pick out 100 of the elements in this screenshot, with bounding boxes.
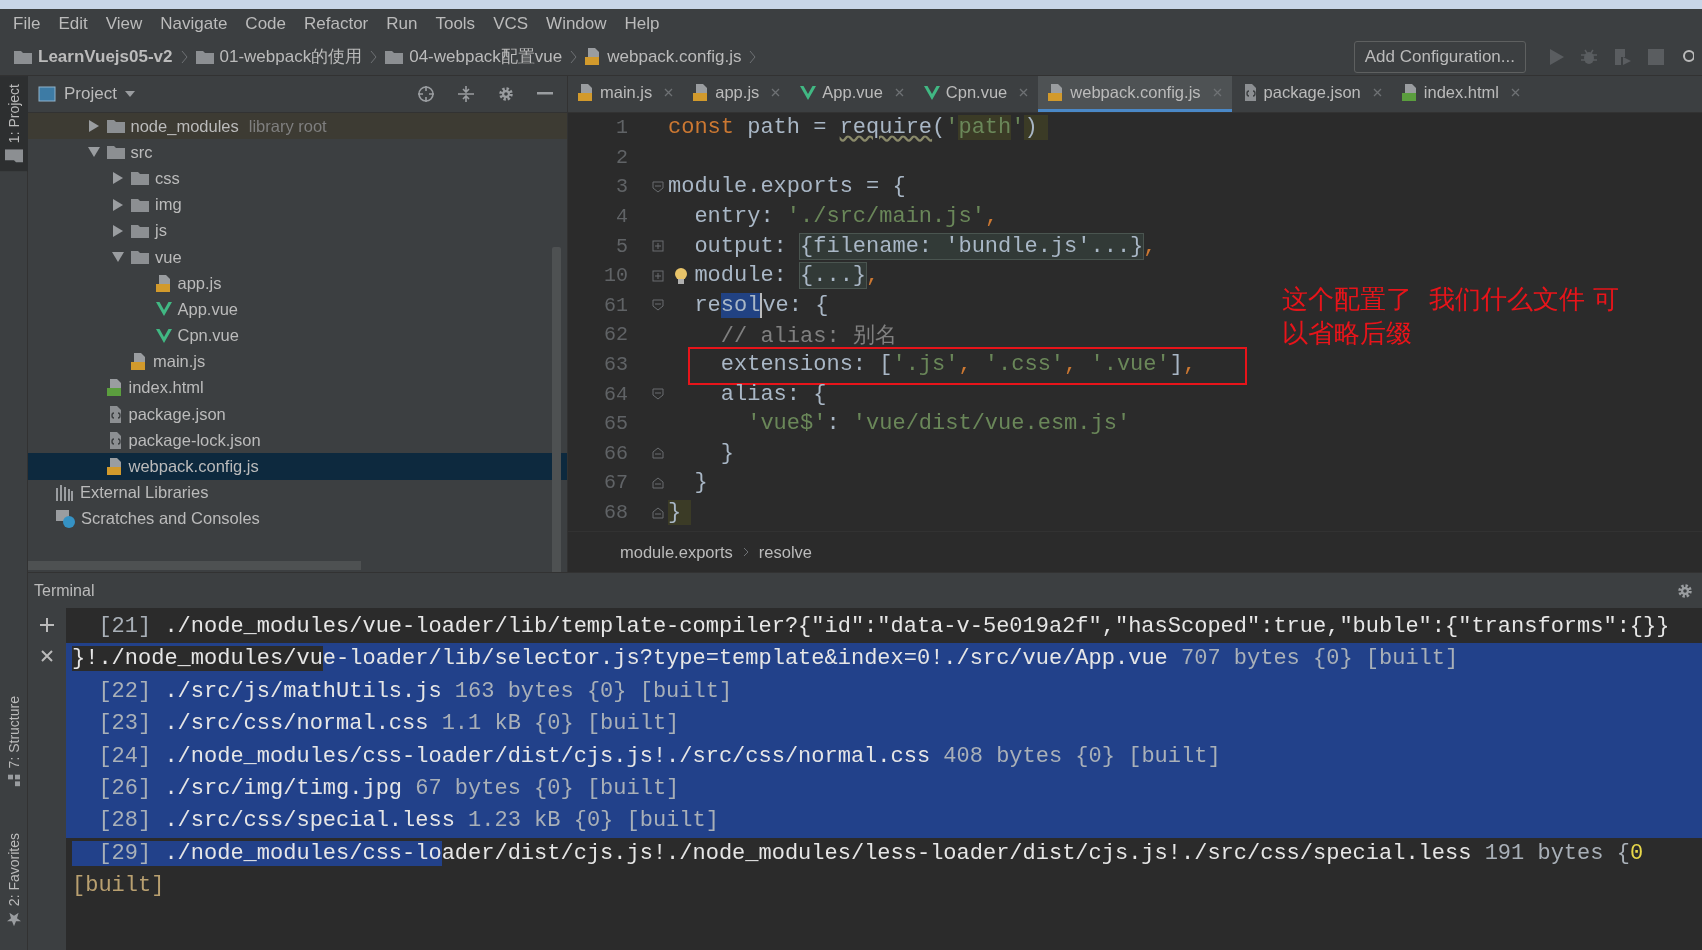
tree-item-label: main.js <box>153 352 206 372</box>
coverage-icon[interactable] <box>1614 47 1632 66</box>
tree-item-label: app.js <box>177 273 222 293</box>
search-icon[interactable] <box>1680 48 1694 65</box>
tree-item[interactable]: webpack.config.js <box>28 453 567 480</box>
fold-icon[interactable] <box>652 299 664 312</box>
minimize-icon[interactable] <box>537 92 553 96</box>
settings-icon[interactable] <box>497 85 515 103</box>
chevron-icon <box>742 547 749 557</box>
menu-item[interactable]: View <box>96 13 152 34</box>
libraries-icon <box>56 484 74 501</box>
tree-item[interactable]: vue <box>28 243 567 271</box>
code-line: alias: { <box>719 381 827 407</box>
expand-arrow-icon[interactable] <box>111 224 125 237</box>
js-file-icon <box>131 353 147 371</box>
path-crumb[interactable]: 01-webpack的使用 <box>191 45 367 68</box>
tree-item[interactable]: package-lock.json <box>28 427 567 454</box>
tree-item[interactable]: main.js <box>28 348 567 375</box>
vue-file-icon <box>155 328 172 343</box>
tree-item-label: img <box>155 195 182 215</box>
tree-item[interactable]: css <box>28 165 567 192</box>
fold-icon[interactable] <box>652 388 664 401</box>
folder-icon <box>14 49 32 64</box>
menu-item[interactable]: Help <box>615 13 669 34</box>
collapse-arrow-icon[interactable] <box>86 146 101 159</box>
add-configuration-button[interactable]: Add Configuration... <box>1353 40 1526 73</box>
tool-window-tab[interactable]: 7: Structure <box>0 688 28 795</box>
chevron-icon <box>749 49 757 64</box>
menu-item[interactable]: Edit <box>49 13 97 34</box>
js-file-icon <box>585 48 602 65</box>
tree-item[interactable]: package.json <box>28 401 567 428</box>
tree-item-label: node_modules <box>130 116 239 136</box>
line-number: 67 <box>603 471 628 495</box>
expand-arrow-icon[interactable] <box>111 172 125 185</box>
menu-item[interactable]: File <box>4 13 50 34</box>
menu-item[interactable]: Navigate <box>151 13 237 34</box>
editor-tab[interactable]: App.vue <box>790 76 914 112</box>
tree-item[interactable]: node_modules library root <box>28 113 567 140</box>
editor-tab[interactable]: app.js <box>683 76 791 112</box>
menu-item[interactable]: Refactor <box>295 13 378 34</box>
line-number: 63 <box>603 353 628 377</box>
path-crumb[interactable]: LearnVuejs05-v2 <box>10 46 177 67</box>
menu-item[interactable]: VCS <box>484 13 538 34</box>
code-line: module: {...}, <box>668 263 880 289</box>
editor-tab[interactable]: Cpn.vue <box>913 76 1039 112</box>
chevron-icon <box>370 49 378 64</box>
run-icon[interactable] <box>1550 48 1564 65</box>
folder-icon <box>106 145 125 160</box>
path-crumb[interactable]: webpack.config.js <box>581 46 746 67</box>
tree-item[interactable]: App.vue <box>28 296 567 323</box>
tool-window-tab[interactable]: 1: Project <box>0 76 28 172</box>
structure-icon <box>8 774 20 787</box>
unfold-icon[interactable] <box>652 240 664 253</box>
editor-tab[interactable]: package.json <box>1231 76 1392 112</box>
tree-item[interactable]: index.html <box>28 374 567 402</box>
tool-window-tab[interactable]: 2: Favorites <box>0 824 28 934</box>
fold-end-icon[interactable] <box>652 506 664 519</box>
collapse-arrow-icon[interactable] <box>111 251 125 264</box>
unfold-icon[interactable] <box>652 269 664 282</box>
lightbulb-icon[interactable] <box>674 267 688 286</box>
scrollbar[interactable] <box>552 247 561 572</box>
tree-item[interactable]: Scratches and Consoles <box>28 505 567 532</box>
line-number: 62 <box>603 323 628 347</box>
tree-item[interactable]: Cpn.vue <box>28 322 567 349</box>
tree-item[interactable]: js <box>28 217 567 244</box>
tree-item[interactable]: External Libraries <box>28 479 567 506</box>
tree-item-label: webpack.config.js <box>128 457 259 477</box>
fold-end-icon[interactable] <box>652 447 664 460</box>
fold-end-icon[interactable] <box>652 476 664 489</box>
editor-tab[interactable]: index.html <box>1391 76 1530 112</box>
code-line: module.exports = { <box>668 174 906 200</box>
settings-icon[interactable] <box>1676 581 1694 600</box>
fold-icon[interactable] <box>652 181 664 193</box>
collapse-all-icon[interactable] <box>457 85 475 103</box>
menu-item[interactable]: Run <box>377 13 427 34</box>
code-breadcrumb[interactable]: resolve <box>758 542 812 562</box>
line-number: 65 <box>603 412 628 436</box>
close-icon[interactable] <box>41 650 53 662</box>
code-breadcrumb[interactable]: module.exports <box>620 542 733 562</box>
tree-item[interactable]: app.js <box>28 270 567 297</box>
project-view-dropdown[interactable]: Project <box>38 84 135 104</box>
expand-arrow-icon[interactable] <box>86 120 101 133</box>
add-icon[interactable] <box>40 618 54 632</box>
bug-icon[interactable] <box>1580 47 1598 66</box>
menu-item[interactable]: Window <box>537 13 616 34</box>
menu-item[interactable]: Code <box>236 13 295 34</box>
tree-item[interactable]: img <box>28 191 567 218</box>
menu-item[interactable]: Tools <box>426 13 485 34</box>
scratches-icon <box>56 509 75 528</box>
vue-file-icon <box>923 85 940 100</box>
path-crumb[interactable]: 04-webpack配置vue <box>381 45 567 68</box>
vue-file-icon <box>800 85 817 100</box>
expand-arrow-icon[interactable] <box>111 198 125 211</box>
editor-tab[interactable]: webpack.config.js <box>1038 76 1232 112</box>
scrollbar[interactable] <box>28 561 361 570</box>
target-icon[interactable] <box>417 85 435 103</box>
editor-tab[interactable]: main.js <box>568 76 684 112</box>
stop-icon[interactable] <box>1648 48 1664 65</box>
star-icon <box>7 912 21 926</box>
tree-item[interactable]: src <box>28 139 567 166</box>
